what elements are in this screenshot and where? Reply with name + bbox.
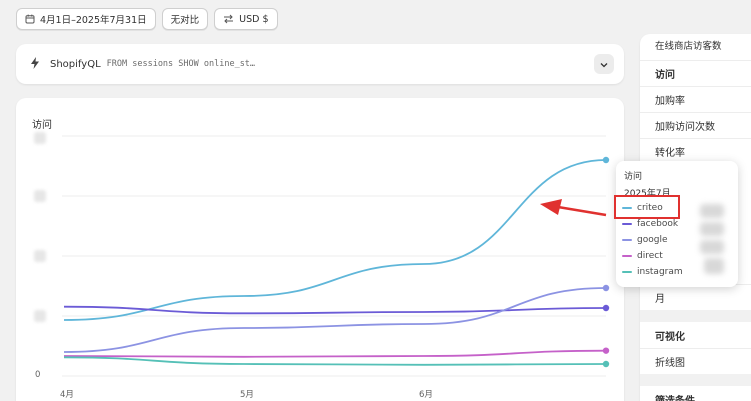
series-name: instagram <box>637 267 683 277</box>
dimension-item[interactable]: 月 <box>640 284 751 310</box>
redacted-value <box>700 240 724 254</box>
expand-query-button[interactable] <box>594 54 614 74</box>
compare-label: 无对比 <box>170 15 200 26</box>
series-line-google <box>63 287 607 353</box>
x-tick-label: 4月 <box>60 390 74 400</box>
series-point-facebook[interactable] <box>602 304 610 312</box>
compare-button[interactable]: 无对比 <box>161 8 209 30</box>
tooltip-series-google: google <box>622 233 667 247</box>
calendar-icon <box>25 14 35 24</box>
tooltip-series-facebook: facebook <box>622 217 678 231</box>
metric-item-cut[interactable]: 在线商店访客数 <box>640 34 751 58</box>
section-divider <box>640 374 751 386</box>
shopifyql-brand: ShopifyQL <box>50 58 101 70</box>
series-line-instagram <box>63 356 607 366</box>
chevron-down-icon <box>600 58 608 71</box>
series-name: google <box>637 235 668 245</box>
y-tick-label-redacted <box>34 190 46 202</box>
chart-card: 访问 0 4月 5月 6月 <box>16 98 624 401</box>
series-point-google[interactable] <box>602 284 610 292</box>
y-tick-label-redacted <box>34 132 46 144</box>
filter-heading: 筛选条件 <box>655 395 695 401</box>
series-point-instagram[interactable] <box>602 360 610 368</box>
tooltip-series-instagram: instagram <box>622 265 683 279</box>
chart-series <box>63 156 610 368</box>
section-divider <box>640 310 751 322</box>
series-point-direct[interactable] <box>602 347 610 354</box>
query-code: FROM sessions SHOW online_st… <box>106 59 256 69</box>
chart-grid <box>62 135 606 377</box>
x-tick-label: 5月 <box>240 390 254 400</box>
bolt-icon <box>30 56 40 72</box>
tooltip-series-direct: direct <box>622 249 663 263</box>
series-point-criteo[interactable] <box>602 156 610 164</box>
shopifyql-query-bar[interactable]: ShopifyQL FROM sessions SHOW online_st… <box>16 44 624 84</box>
highlight-box <box>614 195 680 219</box>
x-tick-label: 6月 <box>419 390 433 400</box>
currency-label: USD $ <box>239 13 269 25</box>
visualization-select[interactable]: 折线图 <box>640 348 751 374</box>
y-tick-zero: 0 <box>35 370 41 380</box>
redacted-value <box>700 222 724 236</box>
exchange-icon <box>223 14 234 24</box>
series-line-criteo <box>63 159 607 321</box>
toolbar: 4月1日–2025年7月31日 无对比 USD $ <box>16 8 278 30</box>
tooltip-title: 访问 <box>624 172 643 182</box>
y-tick-label-redacted <box>34 250 46 262</box>
currency-button[interactable]: USD $ <box>214 8 278 30</box>
metric-item-selected[interactable]: 访问 <box>640 60 751 86</box>
series-line-direct <box>63 349 607 358</box>
series-swatch <box>622 271 632 273</box>
series-line-facebook <box>63 305 607 315</box>
date-range-label: 4月1日–2025年7月31日 <box>40 15 147 26</box>
series-name: direct <box>637 251 663 261</box>
visualization-heading: 可视化 <box>655 331 685 343</box>
series-name: facebook <box>637 219 679 229</box>
redacted-value <box>704 258 724 274</box>
redacted-value <box>700 204 724 218</box>
date-range-button[interactable]: 4月1日–2025年7月31日 <box>16 8 156 30</box>
metric-item[interactable]: 加购访问次数 <box>640 112 751 138</box>
y-tick-label-redacted <box>34 310 46 322</box>
line-chart <box>62 135 610 377</box>
series-swatch <box>622 223 632 225</box>
series-swatch <box>622 239 632 241</box>
metric-item[interactable]: 加购率 <box>640 86 751 112</box>
series-swatch <box>622 255 632 257</box>
